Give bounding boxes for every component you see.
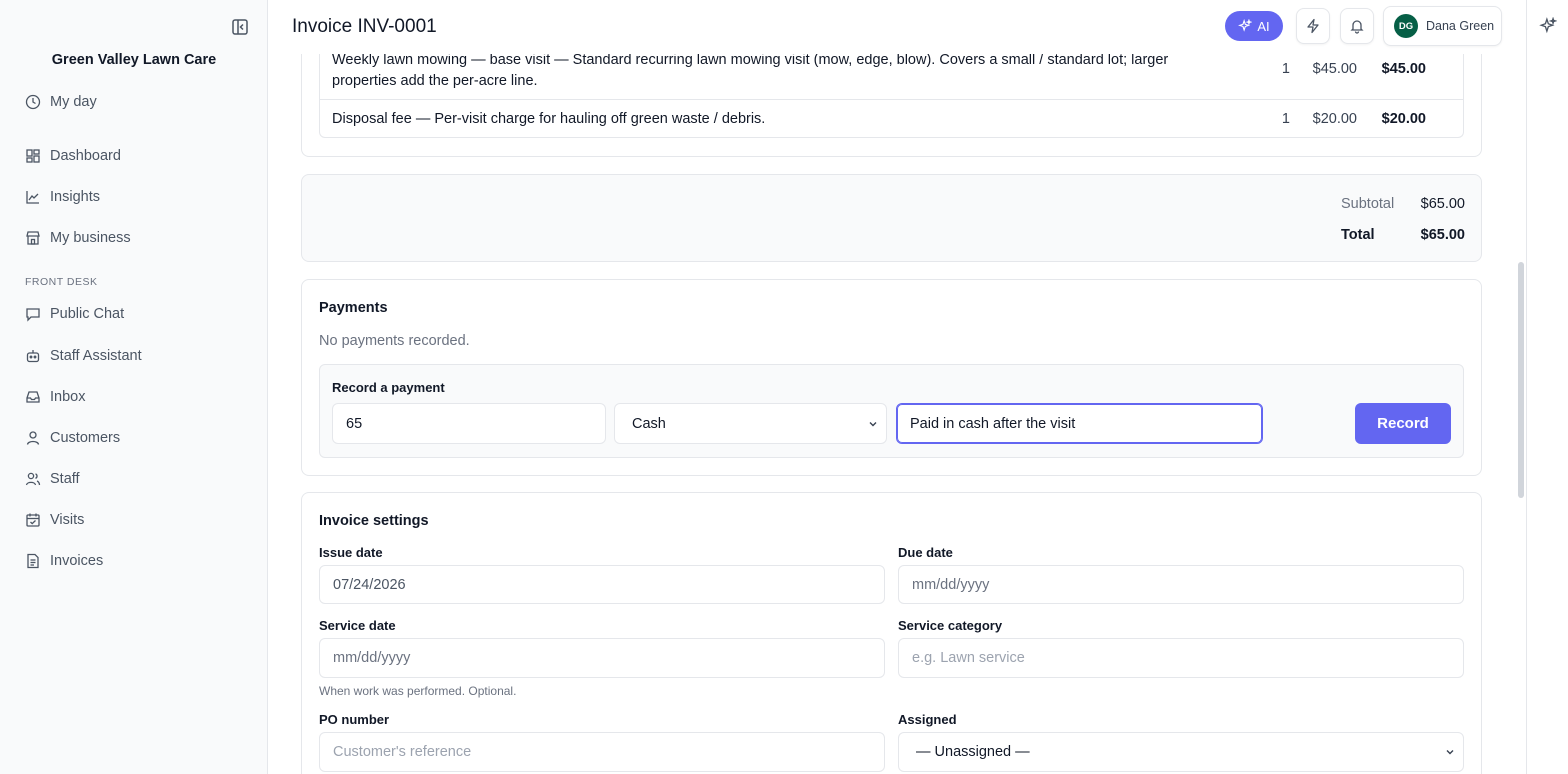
total-label: Total: [1341, 227, 1375, 243]
payment-method-value: Cash: [632, 415, 666, 432]
row-divider: [320, 99, 1463, 100]
sidebar-item-customers[interactable]: Customers: [25, 426, 120, 450]
service-category-label: Service category: [898, 618, 1003, 633]
assigned-label: Assigned: [898, 712, 957, 727]
subtotal-value: $65.00: [1420, 196, 1465, 212]
notifications-button[interactable]: [1340, 8, 1374, 44]
collapse-sidebar-icon[interactable]: [231, 18, 249, 36]
service-date-hint: When work was performed. Optional.: [319, 684, 517, 698]
user-name: Dana Green: [1426, 19, 1495, 33]
chevron-down-icon: [1446, 750, 1454, 755]
users-icon: [25, 472, 41, 486]
no-payments-text: No payments recorded.: [319, 333, 470, 349]
sidebar-item-my-day[interactable]: My day: [25, 90, 97, 114]
scrollbar-thumb[interactable]: [1518, 262, 1524, 498]
payment-method-select[interactable]: Cash: [614, 403, 887, 444]
top-header: Invoice INV-0001 AI DG Dana Green: [268, 0, 1526, 54]
chevron-down-icon: [869, 421, 877, 426]
line-item-amount: $20.00: [1381, 111, 1426, 127]
ai-button[interactable]: AI: [1225, 11, 1283, 41]
line-item-price: $45.00: [1312, 61, 1357, 77]
right-rail: [1526, 0, 1568, 774]
sidebar-item-label: Visits: [50, 512, 85, 528]
issue-date-label: Issue date: [319, 545, 383, 560]
service-category-input[interactable]: e.g. Lawn service: [898, 638, 1464, 678]
sidebar-item-visits[interactable]: Visits: [25, 508, 84, 532]
brand-name: Green Valley Lawn Care: [51, 52, 217, 68]
assigned-select[interactable]: — Unassigned —: [898, 732, 1464, 772]
record-payment-title: Record a payment: [332, 380, 445, 395]
user-menu-button[interactable]: DG Dana Green: [1383, 6, 1502, 46]
sparkles-icon: [1238, 19, 1253, 32]
due-date-label: Due date: [898, 545, 953, 560]
chart-line-icon: [26, 191, 39, 204]
sidebar-item-public-chat[interactable]: Public Chat: [25, 302, 124, 326]
line-item-description: Weekly lawn mowing — base visit — Standa…: [332, 52, 1169, 89]
po-number-label: PO number: [319, 712, 390, 727]
file-text-icon: [27, 553, 39, 569]
sidebar-item-dashboard[interactable]: Dashboard: [25, 144, 121, 168]
store-icon: [26, 231, 40, 245]
sidebar-item-label: Inbox: [50, 389, 86, 405]
totals-card: Subtotal $65.00 Total $65.00: [301, 174, 1482, 262]
bell-icon: [1350, 20, 1364, 34]
quick-actions-button[interactable]: [1296, 8, 1330, 44]
line-item-price: $20.00: [1312, 111, 1357, 127]
sparkles-icon[interactable]: [1539, 17, 1557, 35]
payment-note-input[interactable]: Paid in cash after the visit: [896, 403, 1263, 444]
dashboard-icon: [26, 149, 40, 163]
sidebar-item-label: Staff: [50, 471, 80, 487]
sidebar-item-label: Public Chat: [50, 306, 125, 322]
user-icon: [26, 431, 40, 445]
record-button[interactable]: Record: [1355, 403, 1451, 444]
sidebar-item-insights[interactable]: Insights: [25, 185, 100, 209]
total-value: $65.00: [1420, 227, 1465, 243]
line-item-description: Disposal fee — Per-visit charge for haul…: [332, 111, 766, 127]
clock-icon: [25, 94, 41, 110]
chat-icon: [26, 308, 40, 322]
subtotal-label: Subtotal: [1341, 196, 1395, 212]
line-item-amount: $45.00: [1381, 61, 1426, 77]
sidebar-item-label: Dashboard: [50, 148, 121, 164]
payments-title: Payments: [319, 300, 388, 316]
sidebar-item-inbox[interactable]: Inbox: [25, 385, 85, 409]
ai-button-label: AI: [1257, 18, 1270, 34]
calendar-check-icon: [26, 513, 40, 527]
line-item-qty: 1: [1281, 61, 1290, 77]
inbox-icon: [26, 391, 40, 403]
invoice-settings-title: Invoice settings: [319, 513, 429, 529]
sidebar-item-staff[interactable]: Staff: [25, 467, 80, 491]
sidebar-item-label: Invoices: [50, 553, 104, 569]
lightning-icon: [1307, 18, 1319, 34]
sidebar-item-label: Customers: [50, 430, 121, 446]
sidebar-item-label: Staff Assistant: [50, 348, 142, 364]
sidebar-item-invoices[interactable]: Invoices: [25, 549, 103, 573]
issue-date-input[interactable]: 07/24/2026: [319, 565, 885, 604]
po-number-input[interactable]: Customer's reference: [319, 732, 885, 772]
page-title: Invoice INV-0001: [292, 16, 437, 37]
sidebar-item-label: My day: [50, 94, 97, 110]
sidebar-item-label: Insights: [50, 189, 100, 205]
bot-icon: [26, 350, 40, 363]
line-item-qty: 1: [1281, 111, 1290, 127]
section-label-front-desk: FRONT DESK: [25, 276, 98, 288]
sidebar-item-staff-assistant[interactable]: Staff Assistant: [25, 344, 142, 368]
sidebar: Green Valley Lawn Care My day Dashboard …: [0, 0, 268, 774]
sidebar-item-my-business[interactable]: My business: [25, 226, 131, 250]
service-date-input[interactable]: mm/dd/yyyy: [319, 638, 885, 678]
payment-amount-input[interactable]: 65: [332, 403, 606, 444]
assigned-value: — Unassigned —: [916, 744, 1030, 760]
due-date-input[interactable]: mm/dd/yyyy: [898, 565, 1464, 604]
avatar: DG: [1394, 14, 1418, 38]
service-date-label: Service date: [319, 618, 396, 633]
sidebar-item-label: My business: [50, 230, 131, 246]
